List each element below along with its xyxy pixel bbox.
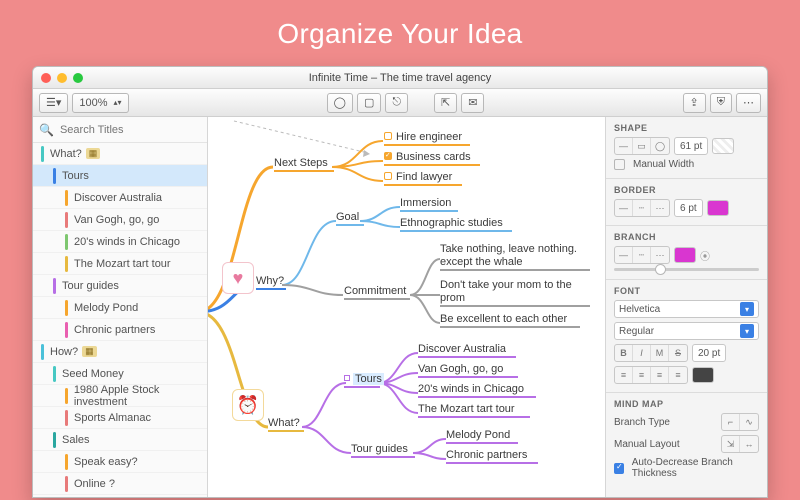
node-commitment[interactable]: Commitment	[344, 285, 410, 300]
outline-row[interactable]: Discover Australia	[33, 187, 207, 209]
outline-row[interactable]: The Mozart tart tour	[33, 253, 207, 275]
mindmap-heading: MIND MAP	[614, 399, 759, 409]
branch-reset-icon[interactable]: ⦿	[700, 248, 710, 263]
node-20s[interactable]: 20's winds in Chicago	[418, 383, 536, 398]
inspector-panel: SHAPE —▭◯ 61 pt Manual Width BORDER —┄⋯ …	[605, 117, 767, 497]
branch-color-swatch[interactable]	[674, 247, 696, 263]
outline-row[interactable]: Tour guides	[33, 275, 207, 297]
branch-type-label: Branch Type	[614, 417, 670, 428]
border-size-stepper[interactable]: 6 pt	[674, 199, 703, 217]
tool-circle-button[interactable]: ◯	[327, 93, 353, 113]
shape-size-stepper[interactable]: 61 pt	[674, 137, 708, 155]
auto-thickness-checkbox[interactable]	[614, 463, 624, 474]
clock-icon: ⏰	[232, 389, 264, 421]
heart-icon: ♥	[222, 262, 254, 294]
shape-heading: SHAPE	[614, 123, 759, 133]
titlebar: Infinite Time – The time travel agency	[33, 67, 767, 89]
outline-row[interactable]: Sports Almanac	[33, 407, 207, 429]
outline-sidebar: 🔍 ⚙ What?▦ToursDiscover AustraliaVan Gog…	[33, 117, 208, 497]
branch-style-seg[interactable]: —┄⋯	[614, 246, 670, 264]
node-what[interactable]: What?	[268, 417, 304, 432]
border-color-swatch[interactable]	[707, 200, 729, 216]
share-button[interactable]: ⇪	[683, 93, 706, 113]
manual-width-checkbox[interactable]	[614, 159, 625, 170]
branch-heading: BRANCH	[614, 232, 759, 242]
outline-row[interactable]: Chronic partners	[33, 319, 207, 341]
zoom-select[interactable]: 100%▴▾	[72, 93, 128, 113]
outline-row[interactable]: Tours	[33, 165, 207, 187]
node-hire-engineer[interactable]: Hire engineer	[384, 131, 470, 146]
node-business-cards[interactable]: Business cards	[384, 151, 480, 166]
node-tours[interactable]: Tours	[344, 373, 384, 388]
tool-import-button[interactable]: ⇱	[434, 93, 457, 113]
outline-row[interactable]: Speak easy?	[33, 451, 207, 473]
node-ethno[interactable]: Ethnographic studies	[400, 217, 512, 232]
node-why[interactable]: Why?	[256, 275, 286, 290]
window-title: Infinite Time – The time travel agency	[33, 72, 767, 84]
outline-row[interactable]: Seed Money	[33, 363, 207, 385]
tool-mail-button[interactable]: ✉	[461, 93, 484, 113]
font-family-select[interactable]: Helvetica▾	[614, 300, 759, 318]
outline-row[interactable]: Sales	[33, 429, 207, 451]
node-prom[interactable]: Don't take your mom to the prom	[440, 279, 590, 307]
inspector-toggle-button[interactable]: ⋯	[736, 93, 761, 113]
node-melody[interactable]: Melody Pond	[446, 429, 518, 444]
manual-layout-seg[interactable]: ⇲↔	[721, 435, 759, 453]
manual-width-label: Manual Width	[633, 159, 694, 170]
tool-note-button[interactable]: ▢	[357, 93, 381, 113]
zoom-icon[interactable]	[73, 73, 83, 83]
close-icon[interactable]	[41, 73, 51, 83]
outline-list[interactable]: What?▦ToursDiscover AustraliaVan Gogh, g…	[33, 143, 207, 497]
node-vangogh[interactable]: Van Gogh, go, go	[418, 363, 518, 378]
hero-title: Organize Your Idea	[0, 0, 800, 64]
outline-row[interactable]: Online ?	[33, 473, 207, 495]
outline-row[interactable]: 1980 Apple Stock investment	[33, 385, 207, 407]
search-icon: 🔍	[39, 123, 54, 137]
shape-fill-swatch[interactable]	[712, 138, 734, 154]
text-align-seg[interactable]: ≡≡≡≡	[614, 366, 688, 384]
node-immersion[interactable]: Immersion	[400, 197, 458, 212]
toolbar: ☰▾ 100%▴▾ ◯ ▢ ⎋ ⇱ ✉ ⇪ ⛨ ⋯	[33, 89, 767, 117]
auto-thickness-label: Auto-Decrease Branch Thickness	[632, 457, 759, 479]
shape-style-seg[interactable]: —▭◯	[614, 137, 670, 155]
font-heading: FONT	[614, 286, 759, 296]
outline-row[interactable]: Melody Pond	[33, 297, 207, 319]
outline-row[interactable]: Van Gogh, go, go	[33, 209, 207, 231]
font-size-stepper[interactable]: 20 pt	[692, 344, 726, 362]
manual-layout-label: Manual Layout	[614, 439, 680, 450]
node-find-lawyer[interactable]: Find lawyer	[384, 171, 462, 186]
tool-link-button[interactable]: ⎋	[385, 93, 408, 113]
font-style-seg[interactable]: B I M S	[614, 344, 688, 362]
node-tourguides[interactable]: Tour guides	[351, 443, 415, 458]
search-input[interactable]	[60, 124, 202, 136]
branch-type-seg[interactable]: ⌐∿	[721, 413, 759, 431]
node-take-nothing[interactable]: Take nothing, leave nothing. except the …	[440, 243, 590, 271]
outline-row[interactable]: What?▦	[33, 143, 207, 165]
font-color-swatch[interactable]	[692, 367, 714, 383]
branch-thickness-slider[interactable]	[614, 268, 759, 271]
border-style-seg[interactable]: —┄⋯	[614, 199, 670, 217]
mindmap-canvas[interactable]: ♥ ⏰ Next Steps Hire engineer Business ca…	[208, 117, 605, 497]
node-discover[interactable]: Discover Australia	[418, 343, 516, 358]
minimize-icon[interactable]	[57, 73, 67, 83]
font-weight-select[interactable]: Regular▾	[614, 322, 759, 340]
border-heading: BORDER	[614, 185, 759, 195]
sidebar-toggle-button[interactable]: ☰▾	[39, 93, 68, 113]
node-mozart[interactable]: The Mozart tart tour	[418, 403, 530, 418]
outline-row[interactable]: How?▦	[33, 341, 207, 363]
node-excellent[interactable]: Be excellent to each other	[440, 313, 580, 328]
app-window: Infinite Time – The time travel agency ☰…	[32, 66, 768, 498]
outline-row[interactable]: 20's winds in Chicago	[33, 231, 207, 253]
node-goal[interactable]: Goal	[336, 211, 364, 226]
node-chronic[interactable]: Chronic partners	[446, 449, 538, 464]
node-next-steps[interactable]: Next Steps	[274, 157, 334, 172]
shield-button[interactable]: ⛨	[710, 93, 732, 113]
